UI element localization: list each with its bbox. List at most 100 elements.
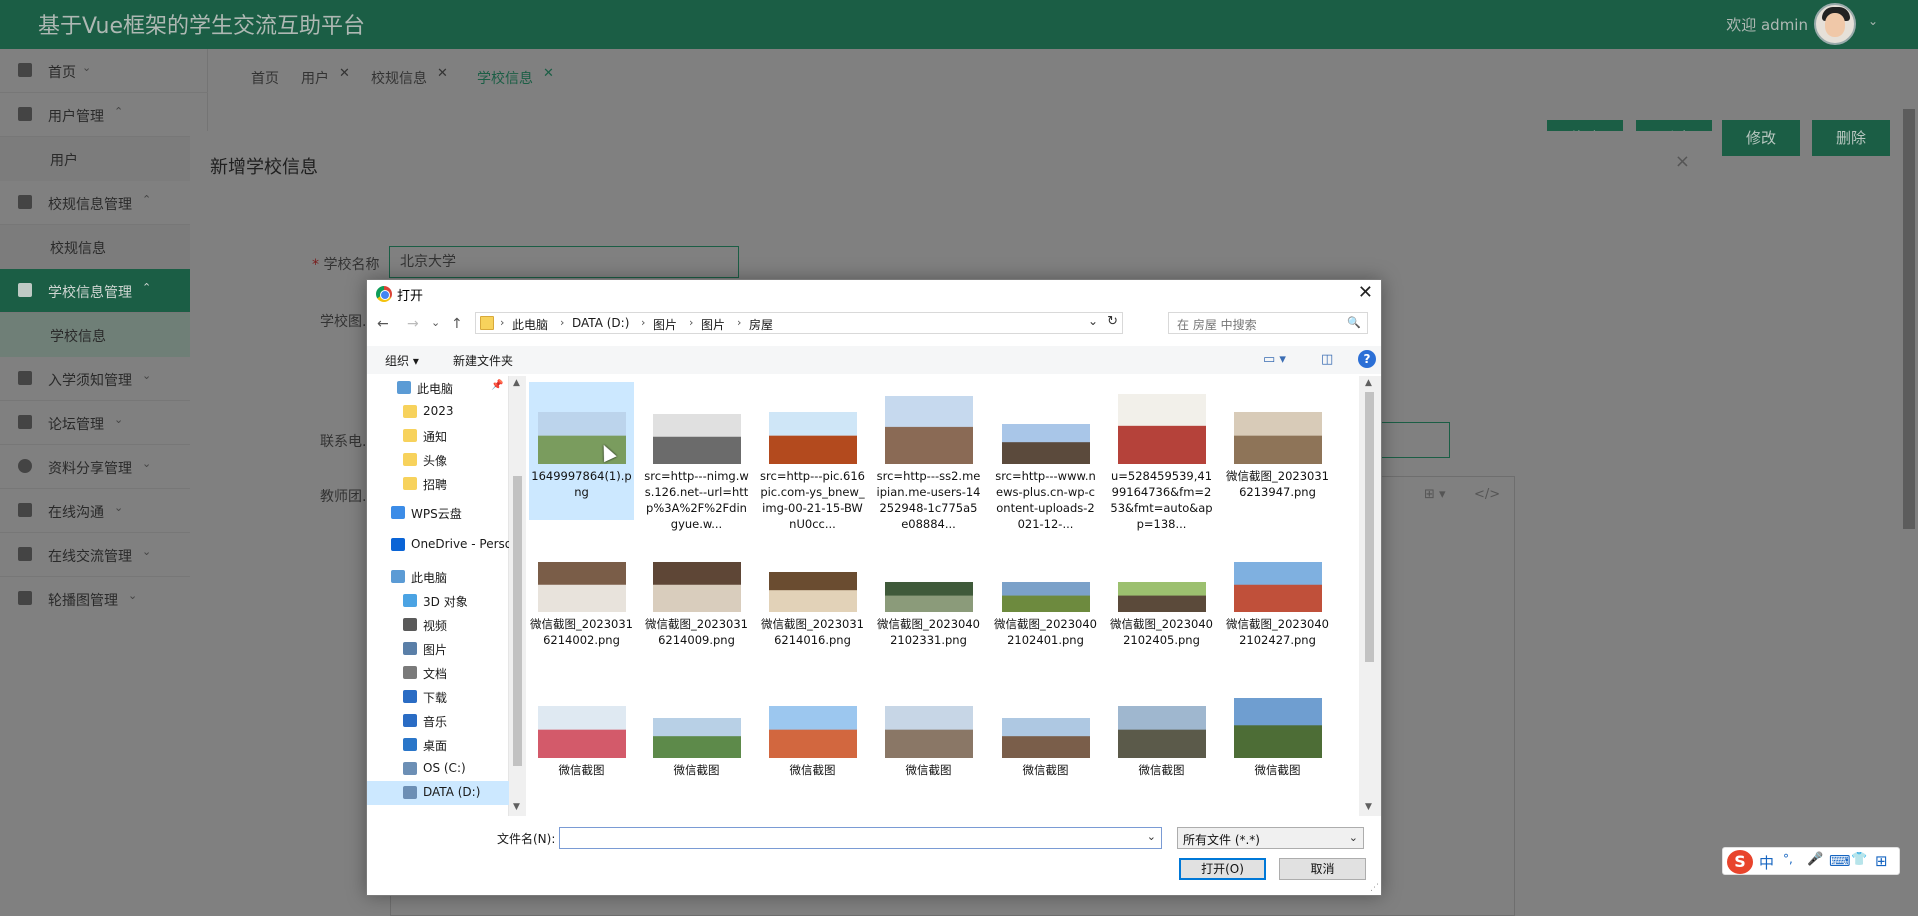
chevron-down-icon[interactable]: ⌄ xyxy=(1147,830,1156,843)
nav-item[interactable]: 头像 xyxy=(367,448,509,472)
nav-item[interactable]: 3D 对象 xyxy=(367,589,509,613)
page-scrollbar[interactable] xyxy=(1900,49,1918,916)
table-icon[interactable]: ⊞ ▾ xyxy=(1424,487,1446,502)
breadcrumb-this-pc[interactable]: 此电脑 xyxy=(512,316,548,333)
up-arrow-icon[interactable]: ↑ xyxy=(451,316,463,332)
sidebar-item-rules[interactable]: 校规信息 xyxy=(0,225,208,269)
close-icon[interactable]: × xyxy=(1675,151,1690,172)
nav-scrollbar[interactable]: ▲ ▼ xyxy=(509,376,526,816)
pin-icon[interactable]: 📌 xyxy=(491,380,503,391)
file-item[interactable]: 微信截图 xyxy=(876,704,981,816)
file-item[interactable]: u=528459539,4199164736&fm=253&fmt=auto&a… xyxy=(1109,382,1214,531)
school-name-field[interactable]: 北京大学 xyxy=(389,246,739,278)
sidebar-item-rules-management[interactable]: 校规信息管理 ⌃ xyxy=(0,181,208,225)
ime-mode[interactable]: 中 xyxy=(1759,852,1774,873)
sidebar-item-users[interactable]: 用户 xyxy=(0,137,208,181)
toolbox-icon[interactable]: ⊞ xyxy=(1875,852,1888,870)
delete-button-2[interactable]: 删除 xyxy=(1812,120,1890,156)
file-item[interactable]: src=http---ss2.meipian.me-users-14252948… xyxy=(876,382,981,531)
nav-item[interactable]: 此电脑 xyxy=(367,565,509,589)
file-item[interactable]: src=http---www.news-plus.cn-wp-content-u… xyxy=(993,382,1098,531)
nav-item[interactable]: 文档 xyxy=(367,661,509,685)
tab-home[interactable]: 首页 xyxy=(251,68,279,88)
file-item[interactable]: src=http---nimg.ws.126.net--url=http%3A%… xyxy=(644,382,749,531)
file-type-select[interactable]: 所有文件 (*.*) ⌄ xyxy=(1177,827,1364,849)
resize-grip-icon[interactable]: ⋰ xyxy=(1370,883,1379,893)
new-folder-button[interactable]: 新建文件夹 xyxy=(453,352,513,369)
nav-item[interactable]: WPS云盘 xyxy=(367,501,509,525)
file-item[interactable]: 1649997864(1).png xyxy=(529,382,634,520)
sidebar-item-online-chat[interactable]: 在线沟通 ⌄ xyxy=(0,489,208,533)
file-item[interactable]: 微信截图_20230402102401.png xyxy=(993,542,1098,680)
file-item[interactable]: 微信截图 xyxy=(993,704,1098,816)
nav-item[interactable]: 桌面 xyxy=(367,733,509,757)
search-input[interactable]: 在 房屋 中搜索 🔍 xyxy=(1168,312,1368,334)
file-item[interactable]: 微信截图 xyxy=(529,704,634,816)
filename-input[interactable]: ⌄ xyxy=(559,827,1162,849)
nav-item[interactable]: 视频 xyxy=(367,613,509,637)
view-options-icon[interactable]: ▭ ▾ xyxy=(1263,352,1286,367)
punctuation-icon[interactable]: °, xyxy=(1783,852,1793,866)
sidebar-item-home[interactable]: 首页 ⌄ xyxy=(0,49,208,93)
sidebar-item-resource-management[interactable]: 资料分享管理 ⌄ xyxy=(0,445,208,489)
file-item[interactable]: 微信截图_20230316214016.png xyxy=(760,542,865,680)
edit-button-2[interactable]: 修改 xyxy=(1722,120,1800,156)
file-item[interactable]: 微信截图 xyxy=(1225,698,1330,816)
forward-arrow-icon[interactable]: → xyxy=(407,316,419,332)
file-item[interactable]: src=http---pic.616pic.com-ys_bnew_img-00… xyxy=(760,382,865,531)
back-arrow-icon[interactable]: ← xyxy=(377,316,389,332)
open-button[interactable]: 打开(O) xyxy=(1179,858,1266,880)
nav-item[interactable]: 2023 xyxy=(367,400,509,424)
file-item[interactable]: 微信截图_20230316214002.png xyxy=(529,542,634,680)
sidebar-item-school-info[interactable]: 学校信息 xyxy=(0,313,208,357)
breadcrumb-houses[interactable]: 房屋 xyxy=(749,316,773,333)
sidebar-item-school-management[interactable]: 学校信息管理 ⌃ xyxy=(0,269,208,313)
sidebar-item-forum-management[interactable]: 论坛管理 ⌄ xyxy=(0,401,208,445)
file-item[interactable]: 微信截图_20230402102427.png xyxy=(1225,542,1330,680)
breadcrumb-pictures[interactable]: 图片 xyxy=(653,316,677,333)
file-item[interactable]: 微信截图 xyxy=(1109,704,1214,816)
file-item[interactable]: 微信截图_20230402102331.png xyxy=(876,542,981,680)
chevron-down-icon[interactable]: ⌄ xyxy=(1868,14,1878,28)
sogou-icon[interactable]: S xyxy=(1727,850,1753,874)
close-icon[interactable]: ✕ xyxy=(543,66,554,81)
help-icon[interactable]: ? xyxy=(1358,350,1376,368)
nav-item[interactable]: 音乐 xyxy=(367,709,509,733)
close-icon[interactable]: ✕ xyxy=(437,66,448,81)
organize-button[interactable]: 组织 ▾ xyxy=(385,352,419,369)
tab-school-info[interactable]: 学校信息 xyxy=(477,68,533,88)
sidebar-item-carousel-management[interactable]: 轮播图管理 ⌄ xyxy=(0,577,208,621)
address-bar[interactable]: › 此电脑 › DATA (D:) › 图片 › 图片 › 房屋 ⌄ ↻ xyxy=(475,312,1123,334)
file-item[interactable]: 微信截图_20230316214009.png xyxy=(644,542,749,680)
file-item[interactable]: 微信截图 xyxy=(644,704,749,816)
close-icon[interactable]: ✕ xyxy=(1358,282,1373,303)
sidebar-item-user-management[interactable]: 用户管理 ⌃ xyxy=(0,93,208,137)
tab-users[interactable]: 用户 xyxy=(301,68,329,88)
recent-dropdown-icon[interactable]: ⌄ xyxy=(431,316,440,329)
nav-item[interactable]: 图片 xyxy=(367,637,509,661)
file-scrollbar[interactable]: ▲ ▼ xyxy=(1359,376,1381,816)
cancel-button[interactable]: 取消 xyxy=(1279,858,1366,880)
breadcrumb-data-drive[interactable]: DATA (D:) xyxy=(572,316,629,330)
file-item[interactable]: 微信截图 xyxy=(760,704,865,816)
nav-item[interactable]: OS (C:) xyxy=(367,757,509,781)
breadcrumb-pictures-2[interactable]: 图片 xyxy=(701,316,725,333)
skin-icon[interactable]: 👕 xyxy=(1851,852,1867,867)
close-icon[interactable]: ✕ xyxy=(339,66,350,81)
tab-rules[interactable]: 校规信息 xyxy=(371,68,427,88)
avatar[interactable] xyxy=(1814,3,1856,45)
file-item[interactable]: 微信截图_20230316213947.png xyxy=(1225,382,1330,520)
refresh-icon[interactable]: ↻ xyxy=(1107,314,1118,329)
keyboard-icon[interactable]: ⌨ xyxy=(1829,852,1851,870)
sidebar-item-admission-management[interactable]: 入学须知管理 ⌄ xyxy=(0,357,208,401)
sidebar-item-online-exchange[interactable]: 在线交流管理 ⌄ xyxy=(0,533,208,577)
preview-pane-icon[interactable]: ◫ xyxy=(1321,352,1333,367)
nav-item[interactable]: 招聘 xyxy=(367,472,509,496)
nav-item[interactable]: DATA (D:) xyxy=(367,781,509,805)
microphone-icon[interactable]: 🎤 xyxy=(1807,852,1823,867)
nav-item[interactable]: 下载 xyxy=(367,685,509,709)
file-item[interactable]: 微信截图_20230402102405.png xyxy=(1109,542,1214,680)
nav-item[interactable]: 此电脑 📌 xyxy=(367,376,509,400)
nav-item[interactable]: 通知 xyxy=(367,424,509,448)
nav-item[interactable]: OneDrive - Perso xyxy=(367,533,512,557)
